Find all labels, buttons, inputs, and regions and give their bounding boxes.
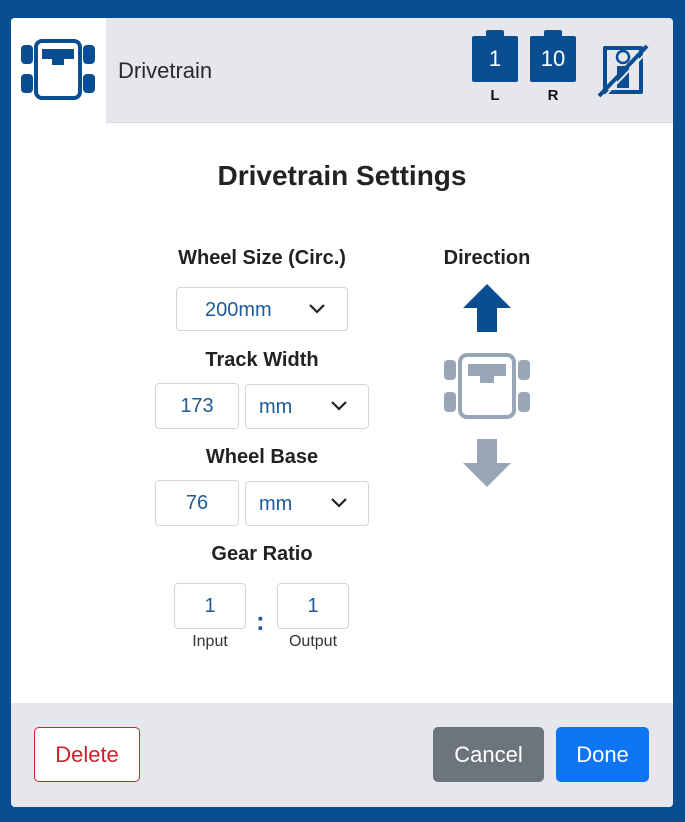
track-width-unit-select[interactable]: mm — [245, 384, 369, 429]
wheel-size-select[interactable]: 200mm — [176, 287, 348, 331]
settings-title: Drivetrain Settings — [217, 160, 467, 191]
header-title: Drivetrain — [118, 58, 213, 83]
wheel-base-unit: mm — [259, 493, 293, 515]
done-button[interactable]: Done — [556, 727, 649, 782]
drivetrain-dialog: Drivetrain 1 L 10 R Drivetrain Settings … — [11, 18, 673, 807]
chevron-down-icon — [331, 401, 347, 411]
track-width-unit: mm — [259, 396, 293, 418]
direction-label: Direction — [443, 247, 531, 269]
chevron-down-icon — [309, 304, 325, 314]
arrow-up-icon[interactable] — [463, 284, 511, 332]
wheel-size-label: Wheel Size (Circ.) — [178, 247, 346, 269]
chevron-down-icon — [331, 498, 347, 508]
device-tab[interactable] — [11, 18, 106, 123]
gear-ratio-label: Gear Ratio — [211, 543, 313, 565]
dialog-header: Drivetrain 1 L 10 R — [11, 18, 673, 123]
port-right[interactable]: 10 — [530, 30, 576, 82]
drivetrain-icon — [21, 39, 95, 100]
track-width-input[interactable]: 173 — [155, 383, 239, 429]
gear-ratio-separator: : — [256, 606, 265, 636]
arrow-down-icon[interactable] — [463, 439, 511, 487]
wheel-base-label: Wheel Base — [205, 446, 319, 468]
port-right-label: R — [547, 87, 559, 104]
port-left-label: L — [490, 87, 500, 104]
wheel-base-unit-select[interactable]: mm — [245, 481, 369, 526]
wheel-size-value: 200mm — [205, 299, 272, 321]
gyro-disabled-icon[interactable] — [597, 42, 649, 98]
port-left[interactable]: 1 — [472, 30, 518, 82]
robot-icon — [444, 353, 530, 419]
track-width-label: Track Width — [205, 349, 319, 371]
delete-button[interactable]: Delete — [34, 727, 140, 782]
gear-input-field[interactable]: 1 — [174, 583, 246, 629]
cancel-button[interactable]: Cancel — [433, 727, 544, 782]
gear-output-label: Output — [288, 633, 338, 650]
gear-input-label: Input — [192, 633, 228, 650]
wheel-base-input[interactable]: 76 — [155, 480, 239, 526]
gear-output-field[interactable]: 1 — [277, 583, 349, 629]
